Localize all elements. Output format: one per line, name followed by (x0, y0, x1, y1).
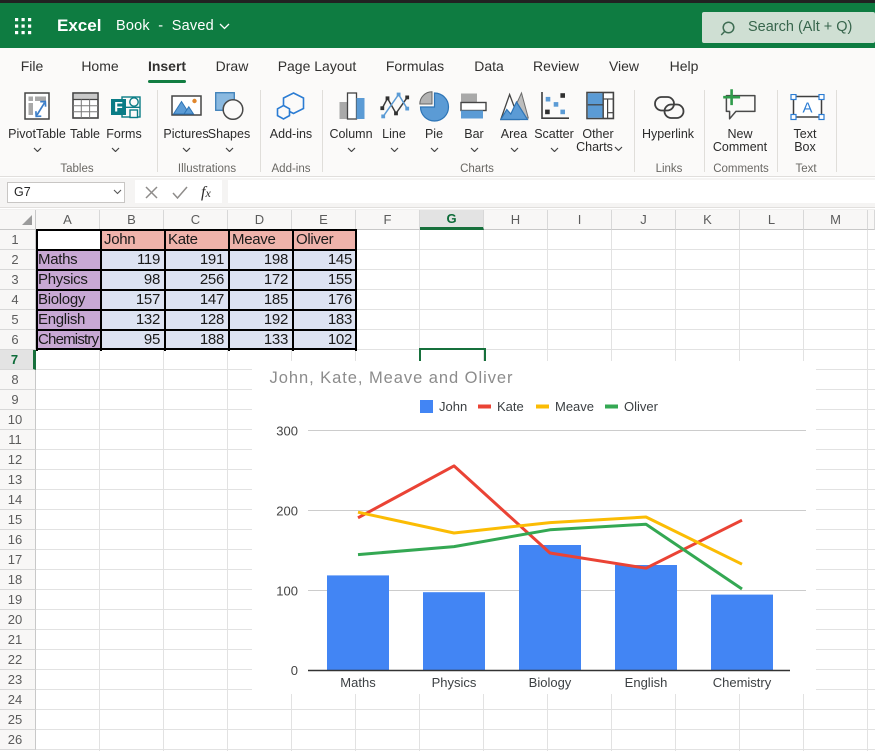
svg-text:A: A (802, 100, 812, 117)
svg-text:John: John (439, 399, 467, 414)
svg-text:Physics: Physics (432, 675, 477, 690)
svg-text:100: 100 (276, 584, 298, 599)
svg-text:Maths: Maths (340, 675, 376, 690)
svg-text:Biology: Biology (529, 675, 572, 690)
svg-text:John, Kate, Meave and Oliver: John, Kate, Meave and Oliver (270, 369, 514, 387)
svg-text:Kate: Kate (497, 399, 524, 414)
svg-text:Chemistry: Chemistry (713, 675, 772, 690)
svg-text:F: F (114, 99, 123, 115)
svg-text:Meave: Meave (555, 399, 594, 414)
svg-text:Oliver: Oliver (624, 399, 659, 414)
svg-text:English: English (625, 675, 668, 690)
svg-text:300: 300 (276, 424, 298, 439)
svg-text:0: 0 (291, 663, 298, 678)
svg-text:200: 200 (276, 504, 298, 519)
